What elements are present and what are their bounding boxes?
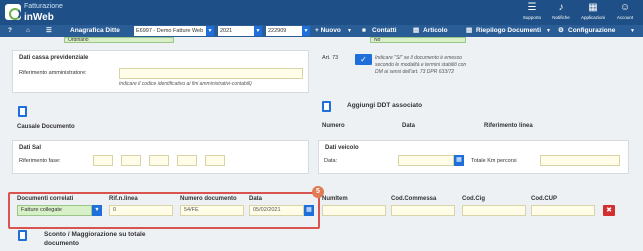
sal-input-5[interactable] xyxy=(205,155,225,166)
nuovo-menu[interactable]: + Nuovo xyxy=(315,26,341,36)
anagrafica-ditte-link[interactable]: Anagrafica Ditte xyxy=(70,26,120,36)
top-bar: Fatturazione inWeb ☰ Supporto ♪ Notifich… xyxy=(0,0,643,25)
headset-icon: ☰ xyxy=(527,2,537,13)
chevron-down-icon: ▼ xyxy=(206,26,214,36)
ditta-value: E6997 - Demo Fatture Web xyxy=(136,28,204,34)
chevron-down-icon: ▼ xyxy=(546,28,551,34)
account-button[interactable]: ☺ Account xyxy=(610,2,640,20)
commessa-input[interactable] xyxy=(391,205,455,216)
account-icon: ☺ xyxy=(619,2,631,13)
chevron-down-icon: ▼ xyxy=(347,28,352,34)
art73-hint: Indicare "SI" se il documento è emesso s… xyxy=(375,55,467,75)
contatti-link[interactable]: Contatti xyxy=(372,26,397,36)
cig-header: Cod.Cig xyxy=(462,196,485,202)
flag-select[interactable]: No xyxy=(370,37,466,43)
sal-input-1[interactable] xyxy=(93,155,113,166)
regime-value: Ordinario xyxy=(68,37,89,43)
highlight-box xyxy=(8,192,320,229)
riepilogo-documenti-menu[interactable]: Riepilogo Documenti xyxy=(476,26,541,36)
riferimento-fase-label: Riferimento fase: xyxy=(19,158,61,164)
dati-veicolo-panel: Dati veicolo Data: ▦ Totale Km percorsi xyxy=(318,140,629,174)
check-icon: ✓ xyxy=(360,55,367,64)
year-select[interactable]: 2021 ▼ xyxy=(218,26,262,36)
ditta-select[interactable]: E6997 - Demo Fatture Web ▼ xyxy=(134,26,214,36)
riferimento-hint: Indicare il codice identificativo ai fin… xyxy=(119,81,252,87)
riepilogo-icon: ▤ xyxy=(466,27,473,34)
articolo-link[interactable]: Articolo xyxy=(423,26,448,36)
veicolo-data-label: Data: xyxy=(324,158,338,164)
art73-label: Art. 73 xyxy=(322,55,339,61)
apps-icon: ▦ xyxy=(588,2,598,13)
km-percorsi-input[interactable] xyxy=(540,155,620,166)
support-label: Supporto xyxy=(522,15,542,20)
sconto-title-line2: documento xyxy=(44,240,80,247)
riferimento-amministratore-input[interactable] xyxy=(119,68,303,79)
cup-input[interactable] xyxy=(531,205,595,216)
support-button[interactable]: ☰ Supporto xyxy=(517,2,547,20)
step-badge: 5 xyxy=(312,186,324,198)
ddt-document-icon[interactable] xyxy=(322,101,331,112)
numitem-header: NumItem xyxy=(322,196,348,202)
home-icon[interactable]: ⌂ xyxy=(26,26,30,36)
close-icon: ✖ xyxy=(606,207,612,214)
km-percorsi-label: Totale Km percorsi xyxy=(471,158,517,164)
chevron-down-icon: ▼ xyxy=(254,26,262,36)
ddt-numero-header: Numero xyxy=(322,123,345,129)
cig-input[interactable] xyxy=(462,205,526,216)
causale-documento-label: Causale Documento xyxy=(17,124,75,130)
dati-cassa-title: Dati cassa previdenziale xyxy=(19,55,89,61)
dati-sal-panel: Dati Sal Riferimento fase: xyxy=(12,140,309,174)
dati-veicolo-title: Dati veicolo xyxy=(325,145,359,151)
code-value: 222909 xyxy=(268,28,287,34)
numitem-input[interactable] xyxy=(322,205,386,216)
dati-cassa-panel: Dati cassa previdenziale Riferimento amm… xyxy=(12,50,309,93)
cup-header: Cod.CUP xyxy=(531,196,557,202)
code-select[interactable]: 222909 ▼ xyxy=(266,26,310,36)
flag-value: No xyxy=(374,37,381,43)
contatti-icon: ■ xyxy=(362,27,366,34)
veicolo-data-input[interactable] xyxy=(398,155,454,166)
regime-select[interactable]: Ordinario xyxy=(64,37,174,43)
commessa-header: Cod.Commessa xyxy=(391,196,437,202)
logo-icon[interactable] xyxy=(5,4,21,20)
sconto-document-icon[interactable] xyxy=(18,230,27,241)
account-label: Account xyxy=(616,15,634,20)
art73-checkbox[interactable]: ✓ xyxy=(355,54,372,65)
menu-icon[interactable]: ☰ xyxy=(46,26,52,36)
brand-bottom: inWeb xyxy=(24,12,54,23)
year-value: 2021 xyxy=(220,28,233,34)
causale-document-icon[interactable] xyxy=(18,106,27,117)
bell-icon: ♪ xyxy=(558,2,564,13)
apps-button[interactable]: ▦ Applicazioni xyxy=(578,2,608,20)
riferimento-amministratore-label: Riferimento amministratore: xyxy=(19,70,87,76)
sconto-title-line1: Sconto / Maggiorazione su totale xyxy=(44,231,146,238)
ddt-data-header: Data xyxy=(402,123,416,129)
sal-input-4[interactable] xyxy=(177,155,197,166)
notifications-label: Notifiche xyxy=(552,15,570,20)
chevron-down-icon: ▼ xyxy=(302,26,310,36)
articolo-icon: ▤ xyxy=(413,27,420,34)
notifications-button[interactable]: ♪ Notifiche xyxy=(546,2,576,20)
ddt-riferimento-header: Riferimento linea xyxy=(484,123,533,129)
help-button[interactable]: ? xyxy=(8,26,12,36)
main-navbar: ? ⌂ ☰ Anagrafica Ditte E6997 - Demo Fatt… xyxy=(0,25,643,37)
ddt-title: Aggiungi DDT associato xyxy=(347,102,423,109)
gear-icon: ⚙ xyxy=(558,27,564,34)
chevron-down-icon: ▼ xyxy=(630,28,635,34)
sal-input-3[interactable] xyxy=(149,155,169,166)
delete-row-button[interactable]: ✖ xyxy=(603,205,615,216)
apps-label: Applicazioni xyxy=(580,15,605,20)
brand-top: Fatturazione xyxy=(24,3,63,10)
sal-input-2[interactable] xyxy=(121,155,141,166)
configurazione-menu[interactable]: Configurazione xyxy=(568,26,615,36)
dati-sal-title: Dati Sal xyxy=(19,145,42,151)
calendar-icon[interactable]: ▦ xyxy=(454,155,464,166)
